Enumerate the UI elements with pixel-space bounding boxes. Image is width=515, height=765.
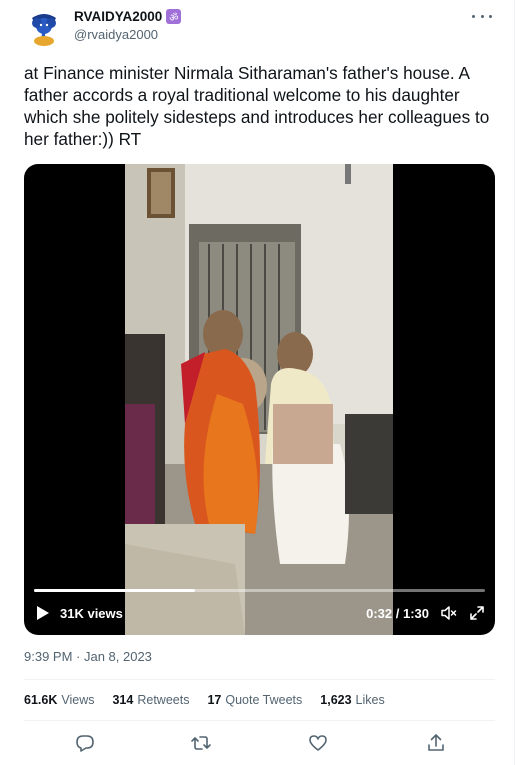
stat-likes[interactable]: 1,623 Likes (320, 693, 384, 707)
video-progress-fill (34, 589, 195, 592)
video-frame[interactable] (125, 164, 393, 635)
avatar[interactable] (24, 8, 64, 48)
stat-value: 17 (207, 693, 222, 707)
more-options-icon[interactable] (472, 9, 492, 23)
reply-icon[interactable] (74, 732, 96, 754)
retweet-icon[interactable] (190, 732, 212, 754)
fullscreen-icon[interactable] (469, 605, 485, 621)
video-time: 0:32 / 1:30 (366, 606, 429, 621)
video-controls: 31K views 0:32 / 1:30 (24, 596, 495, 630)
tweet-card: RVAIDYA2000 ॐ @rvaidya2000 at Finance mi… (0, 0, 515, 765)
stat-label: Quote Tweets (225, 693, 303, 707)
name-row: RVAIDYA2000 ॐ (74, 9, 182, 24)
tweet-stats: 61.6K Views 314 Retweets 17 Quote Tweets… (24, 693, 385, 707)
stat-value: 61.6K (24, 693, 58, 707)
video-player[interactable]: 31K views 0:32 / 1:30 (24, 164, 495, 635)
video-progress-bar[interactable] (34, 589, 485, 592)
tweet-text: at Finance minister Nirmala Sitharaman's… (24, 63, 490, 149)
stat-value: 314 (112, 693, 134, 707)
mute-icon[interactable] (441, 605, 457, 621)
stat-label: Retweets (137, 693, 190, 707)
tweet-actions (24, 732, 495, 754)
stat-views[interactable]: 61.6K Views (24, 693, 94, 707)
like-icon[interactable] (307, 732, 329, 754)
stat-value: 1,623 (320, 693, 352, 707)
share-icon[interactable] (425, 732, 447, 754)
stat-label: Likes (355, 693, 385, 707)
stat-retweets[interactable]: 314 Retweets (112, 693, 189, 707)
stat-quote-tweets[interactable]: 17 Quote Tweets (207, 693, 302, 707)
play-icon[interactable] (36, 605, 50, 621)
stat-label: Views (61, 693, 95, 707)
divider (24, 720, 495, 721)
om-badge-icon: ॐ (166, 9, 182, 24)
user-handle[interactable]: @rvaidya2000 (74, 27, 158, 42)
video-views: 31K views (60, 606, 123, 621)
divider (24, 679, 495, 680)
tweet-timestamp[interactable]: 9:39 PM · Jan 8, 2023 (24, 649, 152, 664)
display-name[interactable]: RVAIDYA2000 (74, 9, 162, 24)
ganesha-avatar-icon (24, 8, 64, 48)
